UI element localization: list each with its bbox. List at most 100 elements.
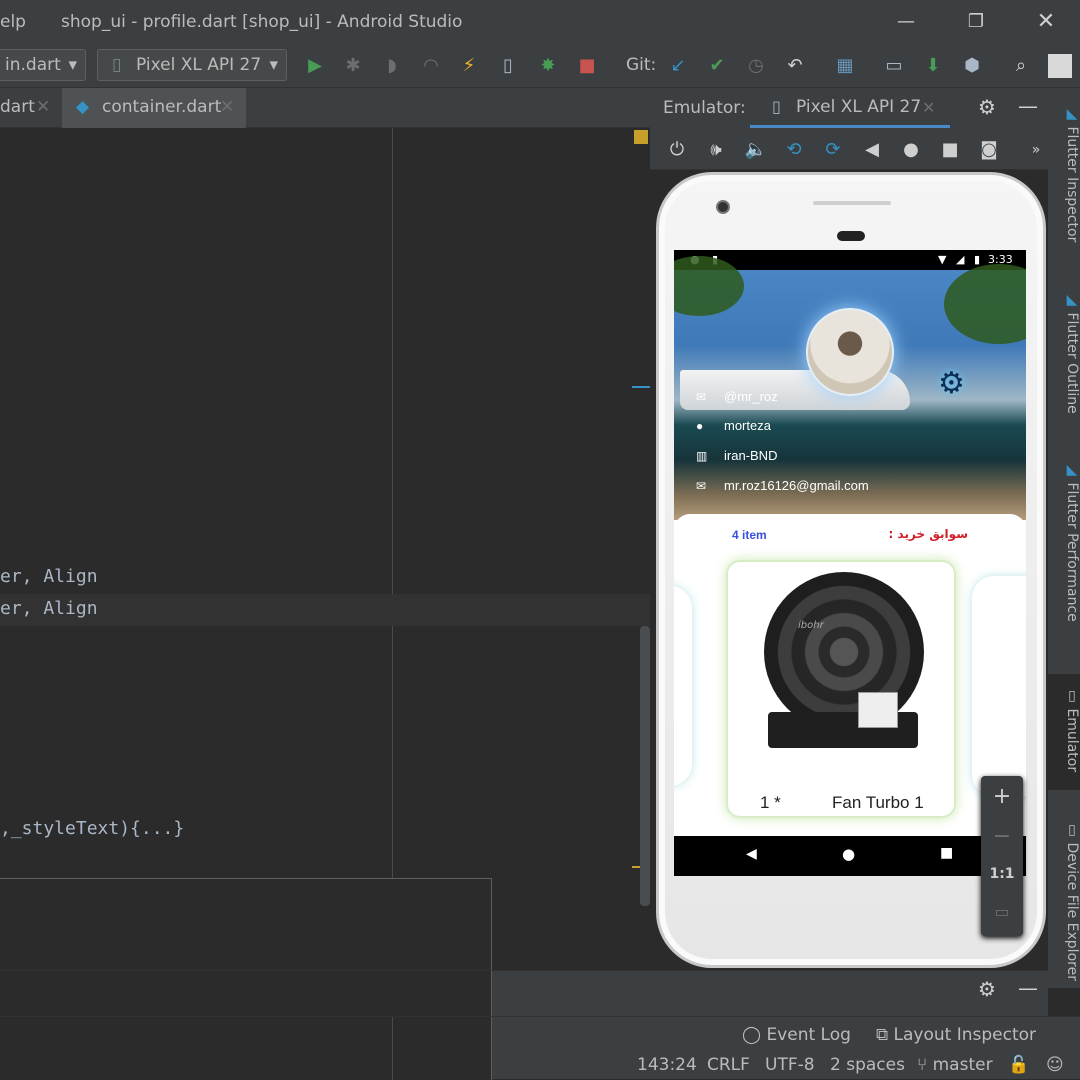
emulator-label: Emulator: <box>663 98 746 118</box>
battery-icon: ▮ <box>974 253 981 266</box>
resource-manager-icon[interactable]: ⬢ <box>960 54 984 78</box>
wifi-icon: ▼ <box>938 253 947 266</box>
profile-header: ⚙ ✉ @mr_roz ● morteza ▥ iran-BND ✉ mr.roz161… <box>674 256 1026 520</box>
nav-overview-icon[interactable]: ■ <box>940 845 953 861</box>
settings-gear-icon[interactable]: ⚙ <box>938 366 965 401</box>
avd-manager-icon[interactable]: ▭ <box>882 54 906 78</box>
product-card-next[interactable] <box>972 576 1026 796</box>
side-tab-device-file-explorer[interactable]: ▯ Device File Explorer <box>1048 822 1080 981</box>
file-encoding[interactable]: UTF-8 <box>765 1055 815 1075</box>
warning-marker[interactable] <box>634 130 648 144</box>
nav-home-icon[interactable]: ● <box>842 845 855 863</box>
back-icon[interactable]: ◀ <box>860 138 884 162</box>
side-tab-flutter-outline[interactable]: ◣ Flutter Outline <box>1048 292 1080 414</box>
overview-icon[interactable]: ■ <box>938 138 962 162</box>
inspector-icon[interactable]: ☺ <box>1046 1055 1064 1075</box>
product-card-prev[interactable] <box>674 586 692 786</box>
emulator-controls: ⏻ 🕪 🔈 ⟲ ⟳ ◀ ● ■ ◙ » <box>650 128 1048 170</box>
completion-popup-tail <box>0 971 492 1017</box>
minimize-icon[interactable]: — <box>883 8 929 36</box>
close-tab-icon[interactable]: ✕ <box>220 88 234 126</box>
hide-panel-icon[interactable]: — <box>1018 94 1038 118</box>
sdk-manager-icon[interactable]: ⬇ <box>921 54 945 78</box>
run-icon[interactable]: ▶ <box>303 54 327 78</box>
stop-icon[interactable]: ■ <box>575 54 599 78</box>
indent-setting[interactable]: 2 spaces <box>830 1055 905 1075</box>
screenshot-icon[interactable]: ◙ <box>977 138 1001 162</box>
git-rollback-icon[interactable]: ↶ <box>783 54 807 78</box>
vertical-scrollbar[interactable] <box>640 626 650 906</box>
avatar[interactable] <box>806 308 894 396</box>
profile-location: iran-BND <box>724 448 778 463</box>
close-tab-icon[interactable]: ✕ <box>922 98 935 117</box>
restore-icon[interactable]: ❐ <box>953 8 999 36</box>
search-icon[interactable]: ⌕ <box>1009 54 1033 78</box>
run-config-label: in.dart <box>5 55 61 75</box>
fit-screen-icon[interactable]: ▭ <box>981 902 1023 921</box>
tab-container[interactable]: ◆ container.dart ✕ <box>62 88 246 128</box>
git-branch[interactable]: ⑂ master <box>917 1055 993 1075</box>
lock-icon[interactable]: 🔓 <box>1008 1055 1029 1075</box>
settings-gear-icon[interactable]: ⚙ <box>978 95 996 119</box>
map-icon: ▥ <box>696 449 708 463</box>
power-icon[interactable]: ⏻ <box>665 138 689 162</box>
window-title: shop_ui - profile.dart [shop_ui] - Andro… <box>61 12 463 32</box>
attach-debugger-icon[interactable]: ✸ <box>536 54 560 78</box>
git-update-icon[interactable]: ↙ <box>666 54 690 78</box>
help-menu[interactable]: elp <box>0 12 26 32</box>
hide-panel-icon[interactable]: — <box>1018 976 1038 1000</box>
mail-icon: ✉ <box>696 390 707 404</box>
side-tab-flutter-inspector[interactable]: ◣ Flutter Inspector <box>1048 106 1080 242</box>
volume-down-icon[interactable]: 🔈 <box>744 138 768 162</box>
project-structure-icon[interactable]: ▦ <box>833 54 857 78</box>
git-commit-icon[interactable]: ✔ <box>705 54 729 78</box>
close-tab-icon[interactable]: ✕ <box>36 88 50 126</box>
line-separator[interactable]: CRLF <box>707 1055 750 1075</box>
chevron-down-icon: ▾ <box>68 55 77 75</box>
signal-icon: ◢ <box>956 253 965 266</box>
rotate-right-icon[interactable]: ⟳ <box>821 138 845 162</box>
event-log-link[interactable]: ◯ Event Log <box>742 1025 851 1045</box>
profile-icon[interactable]: ◠ <box>419 54 443 78</box>
coverage-icon[interactable]: ◗ <box>380 54 404 78</box>
phone-icon: ▯ <box>112 55 122 75</box>
apply-changes-icon[interactable]: ▯ <box>496 54 520 78</box>
zoom-actual-size-button[interactable]: 1:1 <box>981 866 1023 882</box>
layout-inspector-link[interactable]: ⧉ Layout Inspector <box>876 1025 1036 1045</box>
zoom-out-button[interactable]: − <box>981 824 1023 849</box>
branch-icon: ⑂ <box>917 1055 928 1075</box>
rotate-left-icon[interactable]: ⟲ <box>782 138 806 162</box>
settings-gear-icon[interactable]: ⚙ <box>978 977 996 1001</box>
more-icon[interactable]: » <box>1024 138 1048 162</box>
side-tab-label: Flutter Inspector <box>1064 126 1080 243</box>
home-icon[interactable]: ● <box>899 138 923 162</box>
hot-reload-icon[interactable]: ⚡ <box>457 54 481 78</box>
dart-file-icon: ◆ <box>76 97 90 117</box>
git-history-icon[interactable]: ◷ <box>744 54 768 78</box>
scroll-marker <box>632 386 650 388</box>
volume-up-icon[interactable]: 🕪 <box>704 138 728 162</box>
completion-popup <box>0 878 492 970</box>
emulator-device-tab[interactable]: ▯ Pixel XL API 27 ✕ <box>750 88 950 128</box>
account-icon[interactable] <box>1048 54 1072 78</box>
device-dropdown[interactable]: ▯ Pixel XL API 27 ▾ <box>97 49 287 81</box>
product-card[interactable]: ibohr Fan Turbo 1 1 * <box>726 560 956 818</box>
tab-main[interactable]: dart ✕ <box>0 88 62 128</box>
caret-position[interactable]: 143:24 <box>637 1055 697 1075</box>
phone-screen[interactable]: ● ▮ ▼ ◢ ▮ 3:33 ⚙ ✉@mr_roz ●morteza ▥iran… <box>674 250 1026 876</box>
product-name: Fan Turbo 1 <box>832 793 924 812</box>
close-window-icon[interactable]: ✕ <box>1023 8 1069 36</box>
nav-back-icon[interactable]: ◀ <box>746 846 757 862</box>
flutter-icon: ◣ <box>1064 462 1080 478</box>
side-tab-label: Emulator <box>1064 708 1080 773</box>
zoom-in-button[interactable]: + <box>981 784 1023 809</box>
tab-label: dart <box>0 97 35 117</box>
side-tab-emulator[interactable]: ▯ Emulator <box>1048 674 1080 790</box>
profile-email: mr.roz16126@gmail.com <box>724 478 869 493</box>
debug-icon[interactable]: ✱ <box>341 54 365 78</box>
side-tab-flutter-performance[interactable]: ◣ Flutter Performance <box>1048 462 1080 622</box>
fan-image <box>764 572 924 732</box>
code-editor[interactable]: er, Align er, Align ,_styleText){...} <box>0 128 650 970</box>
sensor <box>837 231 865 241</box>
run-config-dropdown[interactable]: in.dart ▾ <box>0 49 86 81</box>
